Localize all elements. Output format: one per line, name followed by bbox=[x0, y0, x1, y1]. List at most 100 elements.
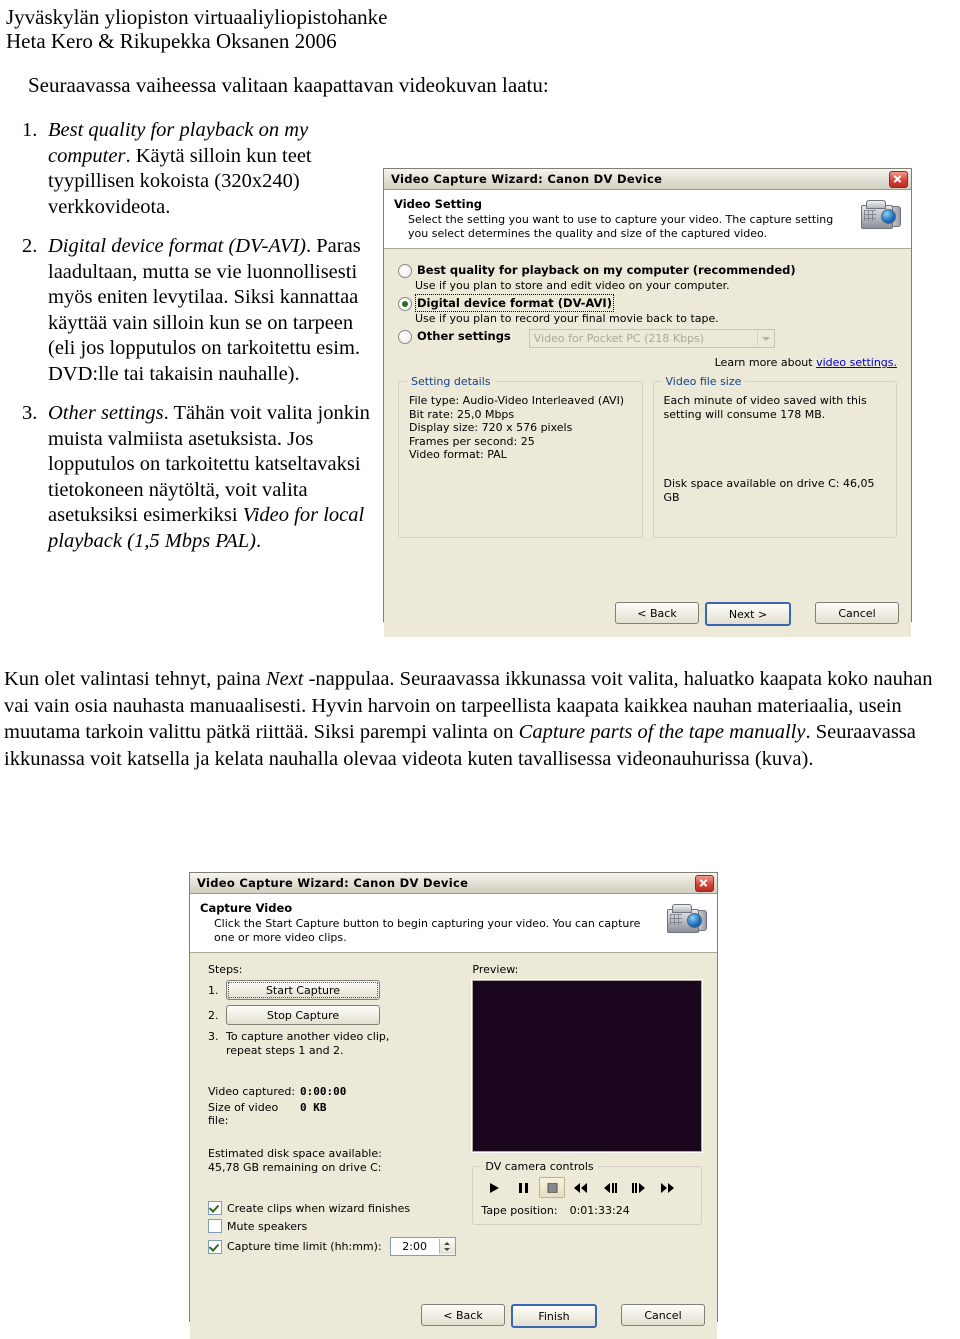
window-title: Video Capture Wizard: Canon DV Device bbox=[391, 172, 663, 186]
doc-header-line-2: Heta Kero & Rikupekka Oksanen 2006 bbox=[6, 29, 337, 53]
capture-time-limit-label: Capture time limit (hh:mm): bbox=[227, 1240, 382, 1253]
next-button[interactable]: Next > bbox=[705, 602, 791, 626]
stop-icon[interactable] bbox=[539, 1177, 566, 1198]
cancel-button[interactable]: Cancel bbox=[621, 1304, 705, 1326]
chevron-down-icon[interactable] bbox=[756, 331, 774, 346]
list-item-number: 1. bbox=[22, 119, 38, 141]
radio-option-best-quality[interactable]: Best quality for playback on my computer… bbox=[398, 263, 897, 278]
group-legend: DV camera controls bbox=[481, 1160, 598, 1173]
close-icon[interactable] bbox=[889, 170, 908, 188]
video-size-value: 0 KB bbox=[300, 1101, 327, 1114]
paragraph-emphasis-next: Next bbox=[265, 668, 304, 690]
wizard-banner: Video Setting Select the setting you wan… bbox=[384, 190, 911, 249]
capture-time-limit-row[interactable]: Capture time limit (hh:mm): 2:00 bbox=[208, 1237, 464, 1256]
disk-space-label: Estimated disk space available: bbox=[208, 1147, 382, 1160]
setting-detail-line: Frames per second: 25 bbox=[409, 434, 535, 448]
radio-icon-selected[interactable] bbox=[398, 297, 412, 311]
play-icon[interactable] bbox=[481, 1177, 507, 1198]
back-button[interactable]: < Back bbox=[421, 1304, 505, 1326]
video-captured-value: 0:00:00 bbox=[300, 1085, 347, 1098]
title-bar: Video Capture Wizard: Canon DV Device bbox=[190, 873, 717, 894]
setting-detail-line: File type: Audio-Video Interleaved (AVI) bbox=[409, 394, 625, 407]
paragraph-emphasis-capture-parts: Capture parts of the tape manually bbox=[518, 721, 806, 743]
back-button[interactable]: < Back bbox=[615, 602, 699, 624]
pause-icon[interactable] bbox=[510, 1177, 536, 1198]
video-settings-link[interactable]: video settings. bbox=[816, 356, 897, 369]
rewind-icon[interactable] bbox=[568, 1177, 594, 1198]
list-item-emphasis: Other settings bbox=[48, 402, 164, 424]
cancel-button[interactable]: Cancel bbox=[815, 602, 899, 624]
list-item-body: Other settings. Tähän voit valita jonkin… bbox=[48, 401, 372, 554]
radio-option-other-settings[interactable]: Other settings Video for Pocket PC (218 … bbox=[398, 329, 897, 348]
dialog-client-area: Best quality for playback on my computer… bbox=[384, 249, 911, 637]
group-legend: Video file size bbox=[661, 375, 746, 388]
radio-description-best-quality: Use if you plan to store and edit video … bbox=[415, 279, 730, 292]
video-capture-wizard-capture-video-window[interactable]: Video Capture Wizard: Canon DV Device Ca… bbox=[189, 872, 718, 1339]
preview-label: Preview: bbox=[472, 963, 519, 976]
list-item: 1. Best quality for playback on my compu… bbox=[22, 118, 372, 220]
step-forward-icon[interactable] bbox=[626, 1177, 652, 1198]
tape-position-label: Tape position: bbox=[481, 1204, 558, 1217]
step-number: 3. bbox=[208, 1030, 219, 1043]
list-item-number: 3. bbox=[22, 402, 38, 424]
video-capture-wizard-video-setting-window[interactable]: Video Capture Wizard: Canon DV Device Vi… bbox=[383, 168, 912, 637]
list-item-body: Digital device format (DV-AVI). Paras la… bbox=[48, 234, 372, 387]
disk-space-value: 45,78 GB remaining on drive C: bbox=[208, 1161, 382, 1174]
checkbox-icon[interactable] bbox=[208, 1219, 222, 1233]
radio-label: Digital device format (DV-AVI) bbox=[415, 294, 614, 312]
capture-time-limit-value[interactable]: 2:00 bbox=[391, 1240, 439, 1253]
step-row-3: 3. To capture another video clip, repeat… bbox=[208, 1030, 464, 1057]
list-item-body: Best quality for playback on my computer… bbox=[48, 118, 372, 220]
body-paragraph: Kun olet valintasi tehnyt, paina Next -n… bbox=[4, 666, 940, 772]
list-item-number: 2. bbox=[22, 235, 38, 257]
capture-options: Create clips when wizard finishes Mute s… bbox=[208, 1201, 464, 1256]
checkbox-icon-checked[interactable] bbox=[208, 1239, 222, 1254]
learn-more-prefix: Learn more about bbox=[714, 356, 817, 369]
radio-option-dv-avi[interactable]: Digital device format (DV-AVI) bbox=[398, 294, 897, 312]
wizard-banner: Capture Video Click the Start Capture bu… bbox=[190, 894, 717, 953]
window-title: Video Capture Wizard: Canon DV Device bbox=[197, 876, 469, 890]
step-number: 2. bbox=[208, 1008, 219, 1022]
video-captured-label: Video captured: bbox=[208, 1085, 296, 1098]
finish-button[interactable]: Finish bbox=[511, 1304, 597, 1328]
banner-heading: Capture Video bbox=[200, 901, 293, 915]
create-clips-checkbox-row[interactable]: Create clips when wizard finishes bbox=[208, 1201, 464, 1215]
step-3-text: To capture another video clip, repeat st… bbox=[226, 1030, 390, 1057]
radio-icon[interactable] bbox=[398, 264, 412, 278]
video-file-size-group: Video file size Each minute of video sav… bbox=[652, 375, 897, 538]
create-clips-label: Create clips when wizard finishes bbox=[227, 1201, 411, 1215]
video-preview bbox=[472, 980, 703, 1152]
capture-left-column: Steps: 1. Start Capture 2. Stop Capture … bbox=[208, 963, 464, 1260]
transport-controls bbox=[481, 1177, 693, 1198]
camcorder-icon bbox=[665, 901, 709, 939]
camcorder-icon bbox=[859, 197, 903, 235]
title-bar: Video Capture Wizard: Canon DV Device bbox=[384, 169, 911, 190]
disk-space-block: Estimated disk space available: 45,78 GB… bbox=[208, 1147, 464, 1175]
tape-position-row: Tape position: 0:01:33:24 bbox=[481, 1204, 693, 1217]
banner-description: Click the Start Capture button to begin … bbox=[214, 917, 641, 944]
checkbox-icon-checked[interactable] bbox=[208, 1201, 222, 1215]
radio-label: Other settings bbox=[417, 329, 511, 343]
capture-stats: Video captured: 0:00:00 Size of video fi… bbox=[208, 1085, 464, 1127]
stop-capture-button[interactable]: Stop Capture bbox=[226, 1005, 380, 1025]
tape-position-value: 0:01:33:24 bbox=[569, 1204, 630, 1217]
learn-more-row: Learn more about video settings. bbox=[398, 356, 897, 369]
dialog-client-area: Steps: 1. Start Capture 2. Stop Capture … bbox=[190, 953, 717, 1339]
video-size-row: Size of video file: 0 KB bbox=[208, 1101, 464, 1127]
radio-label: Best quality for playback on my computer… bbox=[417, 263, 796, 277]
numbered-list: 1. Best quality for playback on my compu… bbox=[22, 118, 372, 568]
radio-icon[interactable] bbox=[398, 330, 412, 344]
other-settings-dropdown[interactable]: Video for Pocket PC (218 Kbps) bbox=[528, 329, 775, 348]
step-back-icon[interactable] bbox=[597, 1177, 623, 1198]
start-capture-button[interactable]: Start Capture bbox=[226, 980, 380, 1000]
step-row-2: 2. Stop Capture bbox=[208, 1005, 464, 1025]
mute-speakers-checkbox-row[interactable]: Mute speakers bbox=[208, 1219, 464, 1233]
video-size-label: Size of video file: bbox=[208, 1101, 279, 1127]
capture-right-column: Preview: DV camera controls Tape positio… bbox=[472, 963, 703, 1260]
dialog-button-bar: < Back Next > Cancel bbox=[615, 602, 899, 626]
capture-time-limit-stepper[interactable]: 2:00 bbox=[389, 1237, 456, 1256]
doc-header-line-1: Jyväskylän yliopiston virtuaaliyliopisto… bbox=[6, 5, 388, 29]
close-icon[interactable] bbox=[695, 874, 714, 892]
fast-forward-icon[interactable] bbox=[655, 1177, 681, 1198]
spinner-arrows-icon[interactable] bbox=[438, 1239, 455, 1254]
